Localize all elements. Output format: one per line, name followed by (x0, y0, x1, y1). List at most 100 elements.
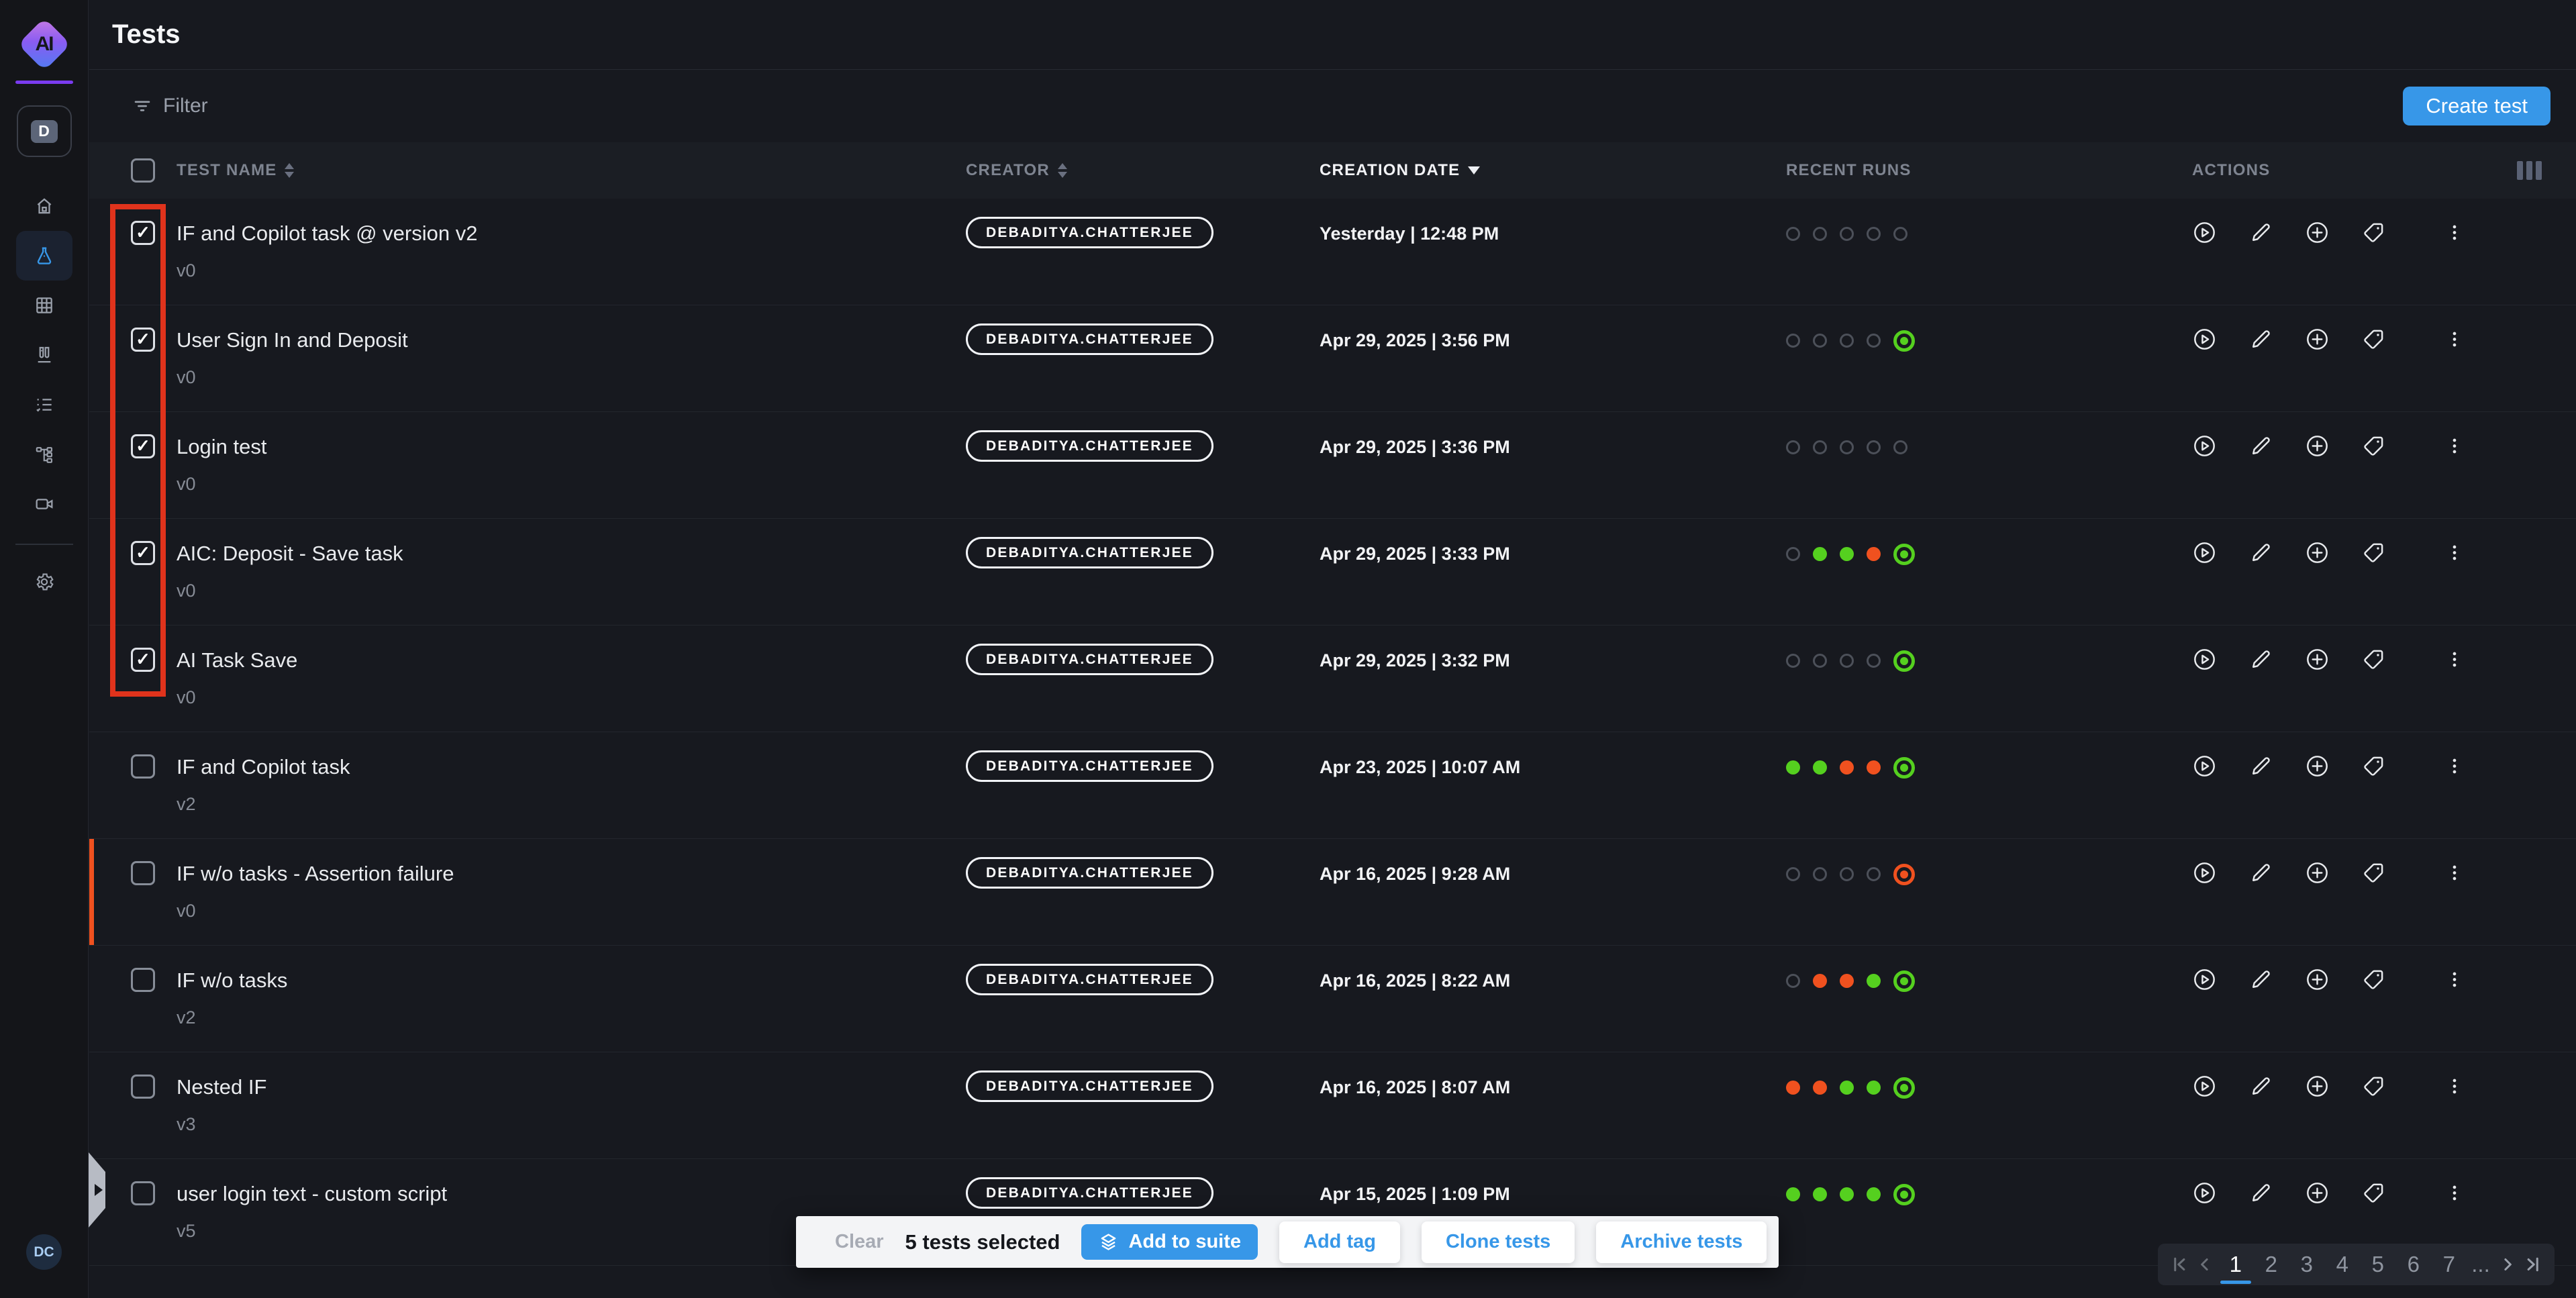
create-test-button[interactable]: Create test (2403, 87, 2550, 126)
more-options-icon[interactable] (2444, 327, 2465, 352)
run-status-dot[interactable] (1840, 654, 1854, 668)
run-status-dot[interactable] (1867, 974, 1881, 988)
edit-icon[interactable] (2248, 1074, 2273, 1099)
sidebar-item-grid[interactable] (16, 281, 72, 330)
column-header-creator[interactable]: CREATOR (966, 161, 1320, 180)
test-name[interactable]: IF w/o tasks (177, 968, 966, 993)
filter-button[interactable]: Filter (132, 95, 208, 117)
sidebar-item-home[interactable] (16, 181, 72, 231)
last-page-icon[interactable] (2522, 1244, 2544, 1285)
run-status-dot[interactable] (1840, 1081, 1854, 1095)
run-status-dot[interactable] (1867, 1187, 1881, 1201)
run-status-dot[interactable] (1893, 864, 1915, 885)
run-status-dot[interactable] (1867, 334, 1881, 348)
add-to-suite-icon[interactable] (2305, 434, 2330, 458)
run-status-dot[interactable] (1893, 330, 1915, 352)
test-name[interactable]: IF and Copilot task (177, 755, 966, 779)
test-name[interactable]: AI Task Save (177, 648, 966, 672)
run-status-dot[interactable] (1813, 1187, 1827, 1201)
run-status-dot[interactable] (1786, 654, 1800, 668)
page-number[interactable]: 1 (2220, 1244, 2251, 1285)
run-status-dot[interactable] (1840, 760, 1854, 775)
run-test-icon[interactable] (2192, 754, 2217, 779)
run-status-dot[interactable] (1786, 1081, 1800, 1095)
more-options-icon[interactable] (2444, 754, 2465, 779)
run-status-dot[interactable] (1840, 334, 1854, 348)
tag-icon[interactable] (2361, 967, 2386, 992)
edit-icon[interactable] (2248, 434, 2273, 458)
tag-icon[interactable] (2361, 540, 2386, 565)
run-status-dot[interactable] (1786, 1187, 1800, 1201)
edit-icon[interactable] (2248, 647, 2273, 672)
sidebar-item-checklist[interactable] (16, 380, 72, 430)
run-status-dot[interactable] (1893, 440, 1908, 454)
page-number[interactable]: 5 (2362, 1244, 2393, 1285)
next-page-icon[interactable] (2497, 1244, 2518, 1285)
run-status-dot[interactable] (1893, 650, 1915, 672)
page-number[interactable]: 3 (2291, 1244, 2322, 1285)
test-name[interactable]: Login test (177, 435, 966, 459)
more-options-icon[interactable] (2444, 434, 2465, 458)
add-to-suite-button[interactable]: Add to suite (1081, 1224, 1258, 1260)
test-name[interactable]: Nested IF (177, 1075, 966, 1099)
page-number[interactable]: 7 (2433, 1244, 2465, 1285)
run-test-icon[interactable] (2192, 860, 2217, 885)
prev-page-icon[interactable] (2194, 1244, 2216, 1285)
column-header-test-name[interactable]: TEST NAME (177, 161, 966, 180)
row-checkbox[interactable] (131, 1075, 155, 1099)
row-checkbox[interactable] (131, 328, 155, 352)
run-status-dot[interactable] (1786, 760, 1800, 775)
sidebar-item-tests[interactable] (16, 231, 72, 281)
workspace-switcher[interactable]: D (17, 105, 72, 157)
edit-icon[interactable] (2248, 967, 2273, 992)
test-name[interactable]: IF w/o tasks - Assertion failure (177, 862, 966, 886)
sidebar-item-tree[interactable] (16, 430, 72, 479)
run-status-dot[interactable] (1813, 760, 1827, 775)
tag-icon[interactable] (2361, 327, 2386, 352)
run-status-dot[interactable] (1786, 440, 1800, 454)
page-number[interactable]: 6 (2397, 1244, 2429, 1285)
run-status-dot[interactable] (1893, 970, 1915, 992)
run-status-dot[interactable] (1813, 440, 1827, 454)
page-number[interactable]: 2 (2255, 1244, 2287, 1285)
run-test-icon[interactable] (2192, 1181, 2217, 1205)
sidebar-item-recordings[interactable] (16, 479, 72, 529)
first-page-icon[interactable] (2169, 1244, 2190, 1285)
run-status-dot[interactable] (1813, 867, 1827, 881)
run-test-icon[interactable] (2192, 434, 2217, 458)
edit-icon[interactable] (2248, 754, 2273, 779)
tag-icon[interactable] (2361, 754, 2386, 779)
row-checkbox[interactable] (131, 1181, 155, 1205)
run-status-dot[interactable] (1840, 440, 1854, 454)
add-to-suite-icon[interactable] (2305, 1074, 2330, 1099)
run-status-dot[interactable] (1867, 227, 1881, 241)
run-status-dot[interactable] (1893, 1184, 1915, 1205)
add-tag-button[interactable]: Add tag (1279, 1221, 1400, 1263)
run-status-dot[interactable] (1867, 867, 1881, 881)
run-test-icon[interactable] (2192, 647, 2217, 672)
more-options-icon[interactable] (2444, 220, 2465, 245)
run-test-icon[interactable] (2192, 967, 2217, 992)
select-all-checkbox[interactable] (131, 158, 155, 183)
page-number[interactable]: 4 (2326, 1244, 2358, 1285)
run-status-dot[interactable] (1786, 334, 1800, 348)
run-test-icon[interactable] (2192, 1074, 2217, 1099)
run-test-icon[interactable] (2192, 327, 2217, 352)
run-status-dot[interactable] (1813, 547, 1827, 561)
clone-tests-button[interactable]: Clone tests (1422, 1221, 1575, 1263)
more-options-icon[interactable] (2444, 967, 2465, 992)
test-name[interactable]: user login text - custom script (177, 1182, 966, 1206)
tag-icon[interactable] (2361, 434, 2386, 458)
run-status-dot[interactable] (1893, 227, 1908, 241)
row-checkbox[interactable] (131, 434, 155, 458)
edit-icon[interactable] (2248, 860, 2273, 885)
run-status-dot[interactable] (1840, 974, 1854, 988)
edit-icon[interactable] (2248, 327, 2273, 352)
edit-icon[interactable] (2248, 220, 2273, 245)
more-options-icon[interactable] (2444, 860, 2465, 885)
run-status-dot[interactable] (1840, 1187, 1854, 1201)
sidebar-item-test-tubes[interactable] (16, 330, 72, 380)
test-name[interactable]: User Sign In and Deposit (177, 328, 966, 352)
add-to-suite-icon[interactable] (2305, 1181, 2330, 1205)
row-checkbox[interactable] (131, 861, 155, 885)
